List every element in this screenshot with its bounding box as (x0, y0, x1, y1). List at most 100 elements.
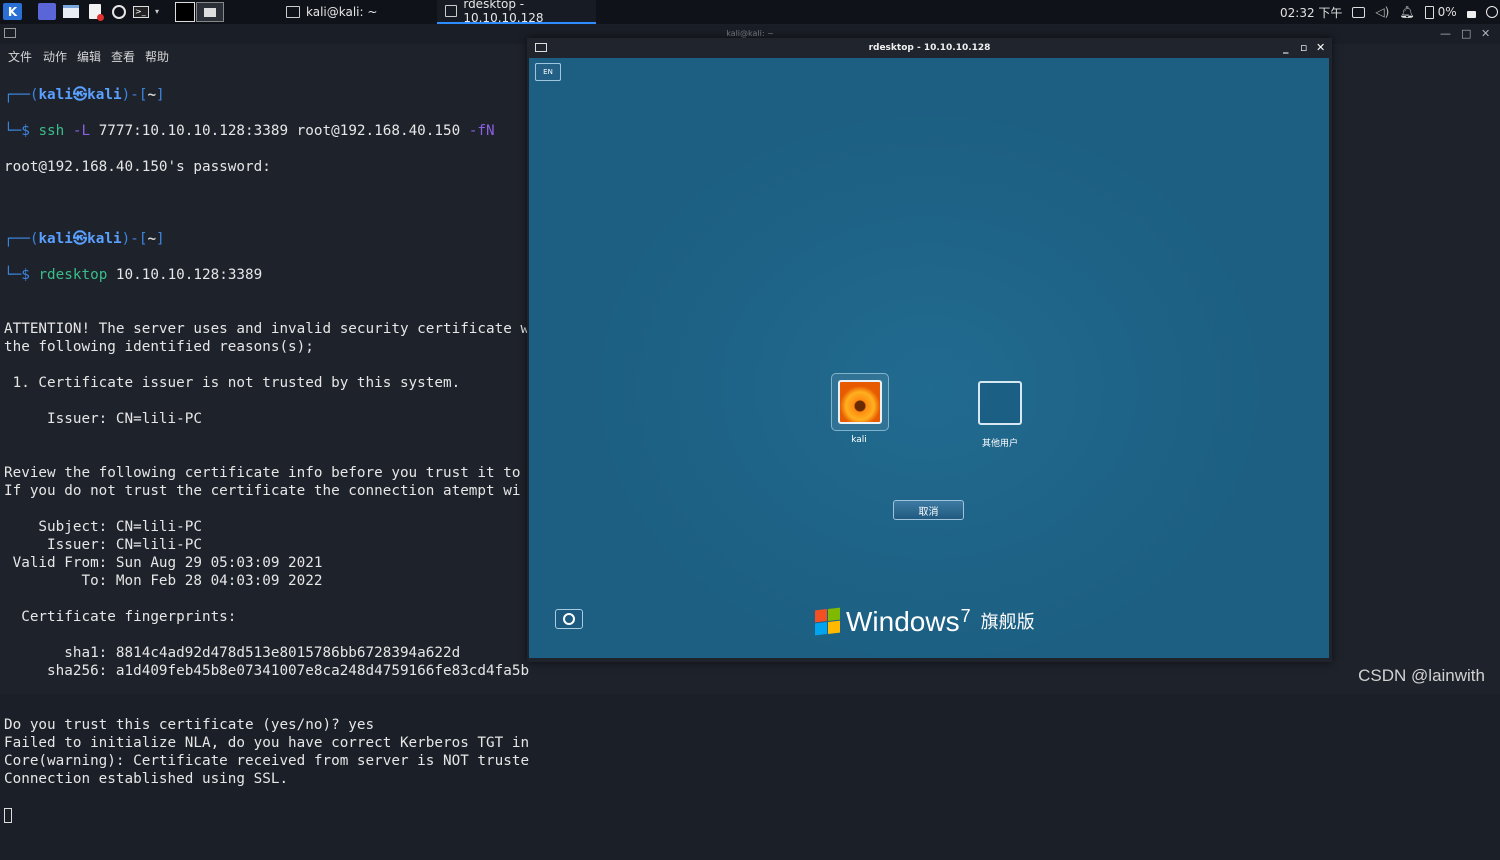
user-tile-other[interactable] (978, 381, 1022, 425)
cancel-label: 取消 (918, 506, 939, 518)
task-rdesktop[interactable]: rdesktop - 10.10.10.128 (437, 0, 596, 25)
show-desktop-icon[interactable] (38, 3, 56, 20)
battery-icon[interactable] (1424, 5, 1434, 19)
output-line: sha256: a1d409feb45b8e07341007e8ca248d47… (4, 663, 530, 679)
background-glow (529, 58, 1329, 658)
prompt-sep: )-[ (121, 231, 148, 247)
prompt-line: ┌──(kali㉿kali)-[~] (4, 230, 529, 248)
language-button[interactable]: EN (535, 63, 561, 81)
rdesktop-task-icon (445, 5, 458, 17)
task-terminal[interactable]: kali@kali: ~ (278, 0, 428, 24)
output-line: Issuer: CN=lili-PC (4, 411, 202, 427)
prompt-dir: ~ (147, 231, 157, 247)
cancel-button[interactable]: 取消 (893, 500, 964, 520)
output-line: Valid From: Sun Aug 29 05:03:09 2021 (4, 555, 323, 571)
command-line: └─$ rdesktop 10.10.10.128:3389 (4, 266, 529, 284)
output-line: the following identified reasons(s); (4, 339, 314, 355)
cmd-args: 10.10.10.128:3389 (115, 267, 263, 283)
output-line: root@192.168.40.150's password: (4, 159, 271, 175)
output-line: Review the following certificate info be… (4, 465, 521, 481)
rdesktop-maximize-button[interactable]: ▫ (1300, 38, 1307, 58)
prompt-corner: ┌──( (4, 87, 39, 103)
cmd-flag: -L (72, 123, 91, 139)
prompt-sep: )-[ (121, 87, 148, 103)
lock-icon[interactable] (1466, 10, 1476, 18)
terminal-task-icon (286, 6, 300, 18)
power-icon[interactable] (1485, 6, 1498, 18)
rdesktop-window-icon (535, 43, 547, 52)
menu-help[interactable]: 帮助 (145, 48, 169, 65)
terminal-maximize-button[interactable]: □ (1461, 24, 1471, 44)
display-icon[interactable] (1352, 6, 1366, 18)
kali-menu-icon[interactable]: K (3, 3, 22, 20)
system-tray: 02:32 下午 ◁) 🔔︎ 0% (1280, 0, 1498, 24)
output-line: Certificate fingerprints: (4, 609, 237, 625)
menu-file[interactable]: 文件 (8, 48, 32, 65)
terminal-title: kali@kali: ~ (726, 29, 774, 38)
terminal-minimize-button[interactable]: — (1440, 24, 1451, 44)
user-name-kali: kali (851, 435, 867, 445)
terminal-output[interactable]: ┌──(kali㉿kali)-[~] └─$ ssh -L 7777:10.10… (4, 68, 529, 860)
task-rdesktop-label: rdesktop - 10.10.10.128 (463, 0, 544, 25)
menu-edit[interactable]: 编辑 (77, 48, 101, 65)
rdesktop-minimize-button[interactable]: _ (1283, 38, 1289, 58)
prompt-host: kali (87, 231, 122, 247)
output-line: ATTENTION! The server uses and invalid s… (4, 321, 530, 337)
windows-edition: 旗舰版 (980, 612, 1035, 633)
text-editor-icon[interactable] (87, 3, 104, 21)
windows-version: 7 (960, 606, 971, 626)
prompt-dir: ~ (147, 87, 157, 103)
battery-percent: 0% (1437, 5, 1457, 19)
accessibility-button[interactable] (555, 609, 583, 629)
menu-view[interactable]: 查看 (111, 48, 135, 65)
task-terminal-label: kali@kali: ~ (306, 5, 378, 19)
prompt-user: kali (38, 231, 73, 247)
prompt-corner: ┌──( (4, 231, 39, 247)
workspace-2[interactable] (196, 2, 224, 22)
windows-logon-screen[interactable]: EN kali 其他用户 取消 Windows 7 旗舰版 (529, 58, 1329, 658)
cmd-name: ssh (38, 123, 65, 139)
command-line: └─$ ssh -L 7777:10.10.10.128:3389 root@1… (4, 122, 529, 140)
output-line: sha1: 8814c4ad92d478d513e8015786bb672839… (4, 645, 461, 661)
file-manager-icon[interactable] (62, 3, 80, 20)
rdesktop-close-button[interactable]: ✕ (1316, 38, 1325, 58)
browser-icon[interactable] (110, 3, 127, 20)
terminal-launcher-icon[interactable]: >_ (131, 3, 151, 20)
output-line: Failed to initialize NLA, do you have co… (4, 735, 530, 751)
terminal-window-icon (4, 28, 16, 38)
volume-icon[interactable]: ◁) (1375, 5, 1389, 19)
clock[interactable]: 02:32 下午 (1280, 4, 1342, 21)
prompt-close: ] (156, 87, 165, 103)
prompt-line: ┌──(kali㉿kali)-[~] (4, 86, 529, 104)
workspace-1[interactable] (175, 2, 195, 22)
cmd-args: 7777:10.10.10.128:3389 root@192.168.40.1… (98, 123, 461, 139)
launcher-dropdown-icon[interactable]: ▾ (153, 3, 161, 20)
user-tile-kali[interactable] (831, 373, 889, 431)
user-name-other: 其他用户 (981, 439, 1018, 449)
terminal-close-button[interactable]: ✕ (1481, 24, 1490, 44)
ease-of-access-icon (563, 613, 575, 625)
rdesktop-titlebar[interactable]: rdesktop - 10.10.10.128 _ ▫ ✕ (527, 38, 1332, 58)
notification-icon[interactable]: 🔔︎ (1399, 5, 1414, 19)
output-line: Issuer: CN=lili-PC (4, 537, 202, 553)
user-avatar-flower (838, 380, 882, 424)
menu-action[interactable]: 动作 (43, 48, 67, 65)
windows-word: Windows (846, 606, 960, 637)
rdesktop-window[interactable]: rdesktop - 10.10.10.128 _ ▫ ✕ EN kali 其他… (527, 38, 1332, 662)
windows-branding: Windows 7 旗舰版 (815, 606, 1035, 636)
prompt-user: kali (38, 87, 73, 103)
output-line: If you do not trust the certificate the … (4, 483, 521, 499)
rdesktop-title: rdesktop - 10.10.10.128 (868, 43, 991, 53)
prompt-close: ] (156, 231, 165, 247)
csdn-watermark: CSDN @lainwith (1358, 666, 1485, 685)
